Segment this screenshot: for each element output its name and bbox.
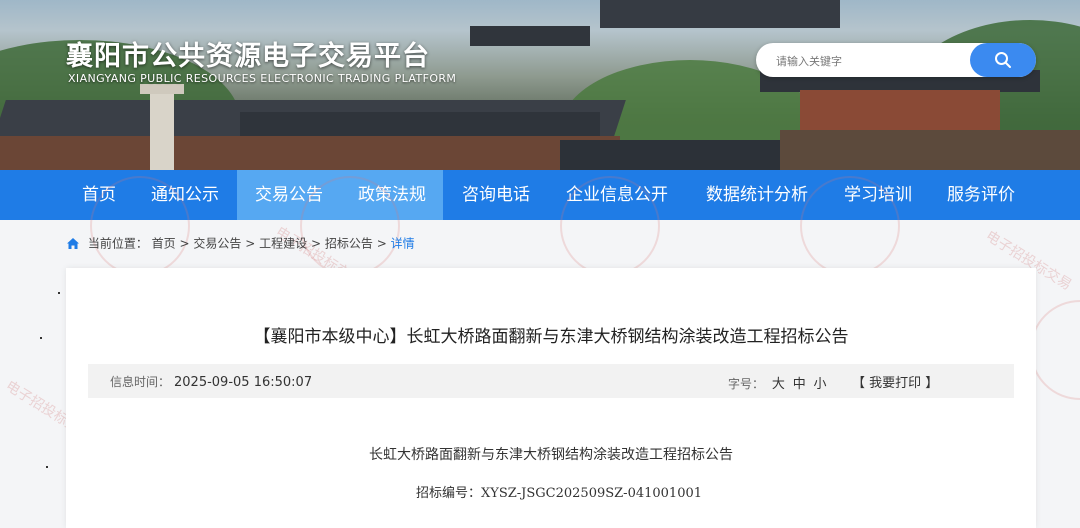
info-time: 信息时间： 2025-09-05 16:50:07 (110, 373, 312, 390)
breadcrumb-separator: > (179, 236, 190, 251)
watermark-seal (1030, 300, 1080, 400)
nav-item-policies[interactable]: 政策法规 (341, 170, 443, 220)
article-title: 【襄阳市本级中心】长虹大桥路面翻新与东津大桥钢结构涂装改造工程招标公告 (253, 327, 849, 347)
font-size-small-button[interactable]: 小 (814, 377, 827, 392)
site-subtitle: XIANGYANG PUBLIC RESOURCES ELECTRONIC TR… (68, 72, 457, 85)
decor-dot (40, 337, 42, 339)
breadcrumb: 当前位置： 首页 > 交易公告 > 工程建设 > 招标公告 > 详情 (66, 234, 415, 252)
font-size-label: 字号： (728, 377, 765, 391)
breadcrumb-separator: > (245, 236, 256, 251)
breadcrumb-home[interactable]: 首页 (152, 237, 176, 251)
decor-dot (58, 292, 60, 294)
search-icon (995, 52, 1011, 68)
breadcrumb-trade-announcements[interactable]: 交易公告 (193, 237, 241, 251)
nav-item-home[interactable]: 首页 (66, 170, 132, 220)
decor-dot (46, 466, 48, 468)
nav-item-enterprise-info[interactable]: 企业信息公开 (550, 170, 684, 220)
font-size-switcher: 字号： 大 中 小 (728, 373, 827, 392)
article-card: 【襄阳市本级中心】长虹大桥路面翻新与东津大桥钢结构涂装改造工程招标公告 信息时间… (66, 268, 1036, 528)
font-size-medium-button[interactable]: 中 (793, 377, 806, 392)
breadcrumb-engineering[interactable]: 工程建设 (259, 237, 307, 251)
breadcrumb-separator: > (310, 236, 322, 251)
nav-item-consult-phone[interactable]: 咨询电话 (445, 170, 547, 220)
home-icon[interactable] (66, 237, 80, 250)
breadcrumb-current: 详情 (390, 236, 415, 251)
breadcrumb-separator: > (376, 236, 387, 251)
article-meta-bar: 信息时间： 2025-09-05 16:50:07 字号： 大 中 小 【 我要打… (88, 364, 1014, 398)
main-nav: 首页 通知公示 交易公告 政策法规 咨询电话 企业信息公开 数据统计分析 学习培… (0, 170, 1080, 220)
search-box (756, 43, 1036, 77)
search-button[interactable] (970, 43, 1036, 77)
header-banner: 襄阳市公共资源电子交易平台 XIANGYANG PUBLIC RESOURCES… (0, 0, 1080, 170)
nav-item-training[interactable]: 学习培训 (830, 170, 926, 220)
search-input[interactable] (774, 51, 968, 71)
nav-item-statistics[interactable]: 数据统计分析 (690, 170, 824, 220)
tender-code: 招标编号：XYSZ-JSGC202509SZ-041001001 (416, 486, 703, 501)
info-time-label: 信息时间： (110, 375, 171, 389)
breadcrumb-prefix: 当前位置： (87, 236, 148, 251)
info-time-value: 2025-09-05 16:50:07 (174, 375, 313, 390)
print-button[interactable]: 【 我要打印 】 (852, 372, 938, 391)
breadcrumb-tender-notice[interactable]: 招标公告 (325, 237, 373, 251)
article-body-title: 长虹大桥路面翻新与东津大桥钢结构涂装改造工程招标公告 (369, 447, 733, 463)
nav-item-trade-announcements[interactable]: 交易公告 (237, 170, 341, 220)
font-size-large-button[interactable]: 大 (772, 377, 785, 392)
site-title: 襄阳市公共资源电子交易平台 (66, 41, 430, 72)
nav-item-notices[interactable]: 通知公示 (134, 170, 236, 220)
nav-item-service-evaluation[interactable]: 服务评价 (932, 170, 1030, 220)
